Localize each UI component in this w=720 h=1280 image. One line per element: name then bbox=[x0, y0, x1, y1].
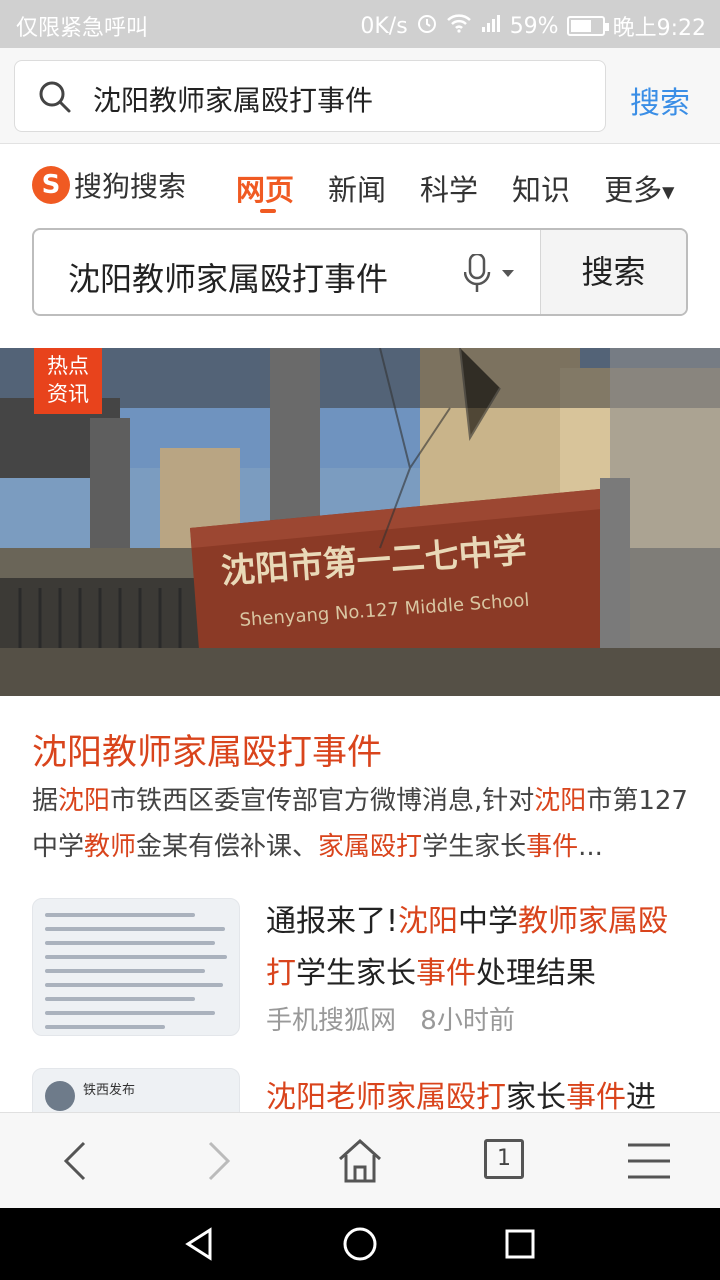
signal-icon bbox=[480, 13, 502, 39]
text-fragment: 市铁西区委宣传部官方微博消息,针对 bbox=[110, 786, 535, 816]
search-icon bbox=[37, 79, 73, 115]
tab-knowledge[interactable]: 知识 bbox=[512, 167, 570, 209]
text-fragment: 通报来了! bbox=[266, 904, 399, 939]
result-title[interactable]: 沈阳教师家属殴打事件 bbox=[32, 724, 382, 775]
text-fragment: 家长 bbox=[506, 1080, 566, 1115]
search-tabs: 网页 新闻 科学 知识 更多▼ bbox=[236, 167, 674, 213]
tab-more[interactable]: 更多▼ bbox=[604, 167, 674, 209]
result-title[interactable]: 通报来了!沈阳中学教师家属殴打学生家长事件处理结果 bbox=[266, 896, 686, 1000]
browser-toolbar: 1 bbox=[0, 1112, 720, 1208]
carrier-text: 仅限紧急呼叫 bbox=[16, 16, 149, 41]
alarm-icon bbox=[416, 12, 438, 40]
sogou-logo-icon: S bbox=[32, 166, 70, 204]
microphone-icon[interactable] bbox=[463, 252, 524, 294]
tabs-button[interactable]: 1 bbox=[484, 1139, 544, 1191]
network-speed: 0K/s bbox=[360, 13, 408, 39]
status-bar: 仅限紧急呼叫 0K/s 59% 晚上9:22 bbox=[0, 0, 720, 48]
battery-icon bbox=[566, 16, 609, 36]
text-fragment: 进 bbox=[626, 1080, 656, 1115]
highlight-text: 教师 bbox=[84, 832, 137, 862]
tab-news[interactable]: 新闻 bbox=[328, 167, 386, 209]
hot-news-badge: 热点 资讯 bbox=[34, 348, 102, 414]
result-thumbnail[interactable] bbox=[32, 898, 240, 1036]
avatar bbox=[45, 1081, 75, 1111]
wifi-icon bbox=[446, 13, 472, 39]
home-button[interactable] bbox=[330, 1135, 390, 1187]
hero-image[interactable]: 沈阳市第一二七中学 Shenyang No.127 Middle School bbox=[0, 348, 720, 696]
search-box: 沈阳教师家属殴打事件 搜索 bbox=[32, 228, 688, 316]
nav-home-icon[interactable] bbox=[342, 1226, 378, 1262]
highlight-text: 沈阳 bbox=[398, 904, 459, 939]
search-button[interactable]: 搜索 bbox=[540, 230, 686, 314]
menu-button[interactable] bbox=[624, 1135, 684, 1187]
result-meta: 手机搜狐网 8小时前 bbox=[266, 1000, 515, 1037]
text-fragment: 据 bbox=[32, 786, 59, 816]
browser-top-bar: 沈阳教师家属殴打事件 搜索 bbox=[0, 48, 720, 144]
nav-back-icon[interactable] bbox=[182, 1226, 218, 1262]
browser-search-button[interactable]: 搜索 bbox=[630, 78, 690, 122]
back-button[interactable] bbox=[48, 1135, 108, 1187]
caret-down-icon: ▼ bbox=[662, 182, 675, 202]
forward-button[interactable] bbox=[188, 1135, 248, 1187]
highlight-text: 家属殴打 bbox=[318, 832, 423, 862]
result-source: 手机搜狐网 bbox=[266, 1006, 397, 1036]
text-fragment: 学生家长 bbox=[422, 832, 527, 862]
result-time: 8小时前 bbox=[420, 1006, 515, 1036]
battery-percent: 59% bbox=[509, 13, 559, 39]
highlight-text: 沈阳 bbox=[58, 786, 111, 816]
tab-count: 1 bbox=[484, 1139, 524, 1179]
text-fragment: 学生家长 bbox=[296, 956, 416, 991]
text-fragment: 处理结果 bbox=[476, 956, 596, 991]
sogou-header: S 搜狗搜索 网页 新闻 科学 知识 更多▼ bbox=[0, 145, 720, 230]
tab-web[interactable]: 网页 bbox=[236, 167, 294, 213]
text-fragment: 中学 bbox=[458, 904, 519, 939]
address-text: 沈阳教师家属殴打事件 bbox=[93, 84, 374, 117]
result-snippet: 据沈阳市铁西区委宣传部官方微博消息,针对沈阳市第127中学教师金某有偿补课、家属… bbox=[32, 778, 688, 870]
text-fragment: ... bbox=[578, 832, 603, 862]
sogou-logo[interactable]: S 搜狗搜索 bbox=[32, 165, 186, 205]
address-bar[interactable]: 沈阳教师家属殴打事件 bbox=[14, 60, 606, 132]
highlight-text: 事件 bbox=[416, 956, 476, 991]
text-fragment: 金某有偿补课、 bbox=[136, 832, 319, 862]
highlight-text: 沈阳老师家属殴打 bbox=[266, 1080, 506, 1115]
system-nav-bar bbox=[0, 1208, 720, 1280]
highlight-text: 事件 bbox=[526, 832, 579, 862]
highlight-text: 沈阳 bbox=[534, 786, 587, 816]
clock: 晚上9:22 bbox=[612, 16, 706, 41]
nav-recents-icon[interactable] bbox=[502, 1226, 538, 1262]
tab-science[interactable]: 科学 bbox=[420, 167, 478, 209]
highlight-text: 事件 bbox=[566, 1080, 626, 1115]
search-input[interactable]: 沈阳教师家属殴打事件 bbox=[68, 254, 388, 300]
